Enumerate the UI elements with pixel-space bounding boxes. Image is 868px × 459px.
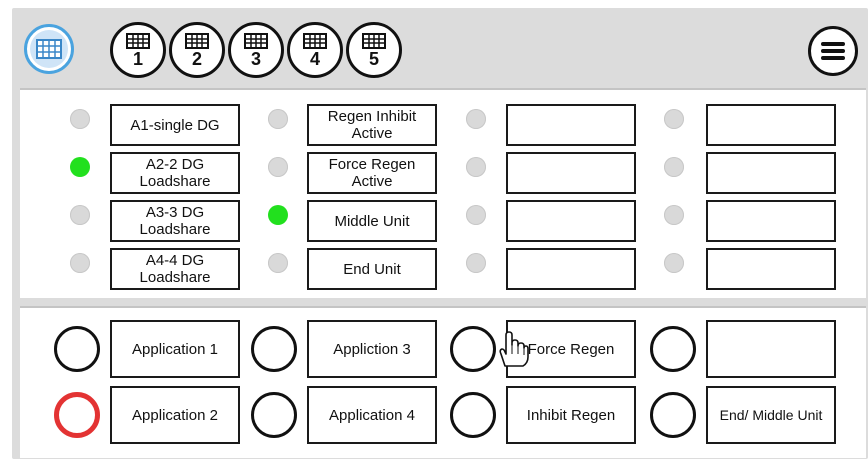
grid-icon	[30, 30, 68, 68]
status-box-empty	[706, 152, 836, 194]
screen-3-label: 3	[250, 48, 261, 69]
status-led	[664, 157, 684, 177]
grid-icon	[126, 32, 150, 49]
status-box-empty	[706, 104, 836, 146]
status-box-regen-inhibit: Regen Inhibit Active	[307, 104, 437, 146]
grid-icon	[362, 32, 386, 49]
status-led	[268, 253, 288, 273]
application-2-radio[interactable]	[54, 392, 100, 438]
status-box-a3: A3-3 DG Loadshare	[110, 200, 240, 242]
status-led	[664, 205, 684, 225]
inhibit-regen-button[interactable]: Inhibit Regen	[506, 386, 636, 444]
status-led	[466, 157, 486, 177]
application-4-button[interactable]: Application 4	[307, 386, 437, 444]
end-middle-unit-radio[interactable]	[650, 392, 696, 438]
hand-cursor-icon	[499, 331, 529, 367]
screen-2-button[interactable]: 2	[169, 22, 225, 78]
empty-radio[interactable]	[650, 326, 696, 372]
status-led	[466, 205, 486, 225]
status-led	[70, 109, 90, 129]
screen-4-button[interactable]: 4	[287, 22, 343, 78]
grid-icon	[244, 32, 268, 49]
grid-icon	[185, 32, 209, 49]
application-3-radio[interactable]	[251, 326, 297, 372]
inhibit-regen-radio[interactable]	[450, 392, 496, 438]
status-led	[268, 109, 288, 129]
screen-1-button[interactable]: 1	[110, 22, 166, 78]
screen-5-label: 5	[368, 48, 379, 69]
force-regen-radio[interactable]	[450, 326, 496, 372]
status-box-end-unit: End Unit	[307, 248, 437, 290]
status-led	[268, 157, 288, 177]
application-1-radio[interactable]	[54, 326, 100, 372]
screen-3-button[interactable]: 3	[228, 22, 284, 78]
status-box-force-regen: Force Regen Active	[307, 152, 437, 194]
toolbar: 1 2 3 4 5	[12, 8, 868, 78]
status-led	[70, 205, 90, 225]
screen-2-label: 2	[191, 48, 202, 69]
hmi-frame: 1 2 3 4 5 A1-single DG A2-2 DG Loadshare…	[12, 8, 868, 459]
end-middle-unit-button[interactable]: End/ Middle Unit	[706, 386, 836, 444]
screen-1-label: 1	[132, 48, 143, 69]
status-led	[664, 109, 684, 129]
application-3-button[interactable]: Appliction 3	[307, 320, 437, 378]
status-box-a2: A2-2 DG Loadshare	[110, 152, 240, 194]
menu-button[interactable]	[808, 26, 858, 76]
application-4-radio[interactable]	[251, 392, 297, 438]
hamburger-icon	[821, 42, 845, 60]
status-box-empty	[506, 104, 636, 146]
status-box-middle-unit: Middle Unit	[307, 200, 437, 242]
status-panel: A1-single DG A2-2 DG Loadshare A3-3 DG L…	[20, 88, 866, 298]
status-box-empty	[706, 200, 836, 242]
application-1-button[interactable]: Application 1	[110, 320, 240, 378]
empty-application-button[interactable]	[706, 320, 836, 378]
status-led	[70, 253, 90, 273]
status-box-empty	[706, 248, 836, 290]
application-panel: Application 1 Application 2 Appliction 3…	[20, 306, 866, 458]
application-2-button[interactable]: Application 2	[110, 386, 240, 444]
status-box-empty	[506, 248, 636, 290]
status-box-a1: A1-single DG	[110, 104, 240, 146]
grid-icon	[303, 32, 327, 49]
status-led	[664, 253, 684, 273]
status-box-empty	[506, 152, 636, 194]
screen-5-button[interactable]: 5	[346, 22, 402, 78]
home-button[interactable]	[24, 24, 74, 74]
screen-4-label: 4	[309, 48, 320, 69]
status-led	[70, 157, 90, 177]
status-box-empty	[506, 200, 636, 242]
status-led	[466, 109, 486, 129]
status-led	[466, 253, 486, 273]
status-led	[268, 205, 288, 225]
status-box-a4: A4-4 DG Loadshare	[110, 248, 240, 290]
